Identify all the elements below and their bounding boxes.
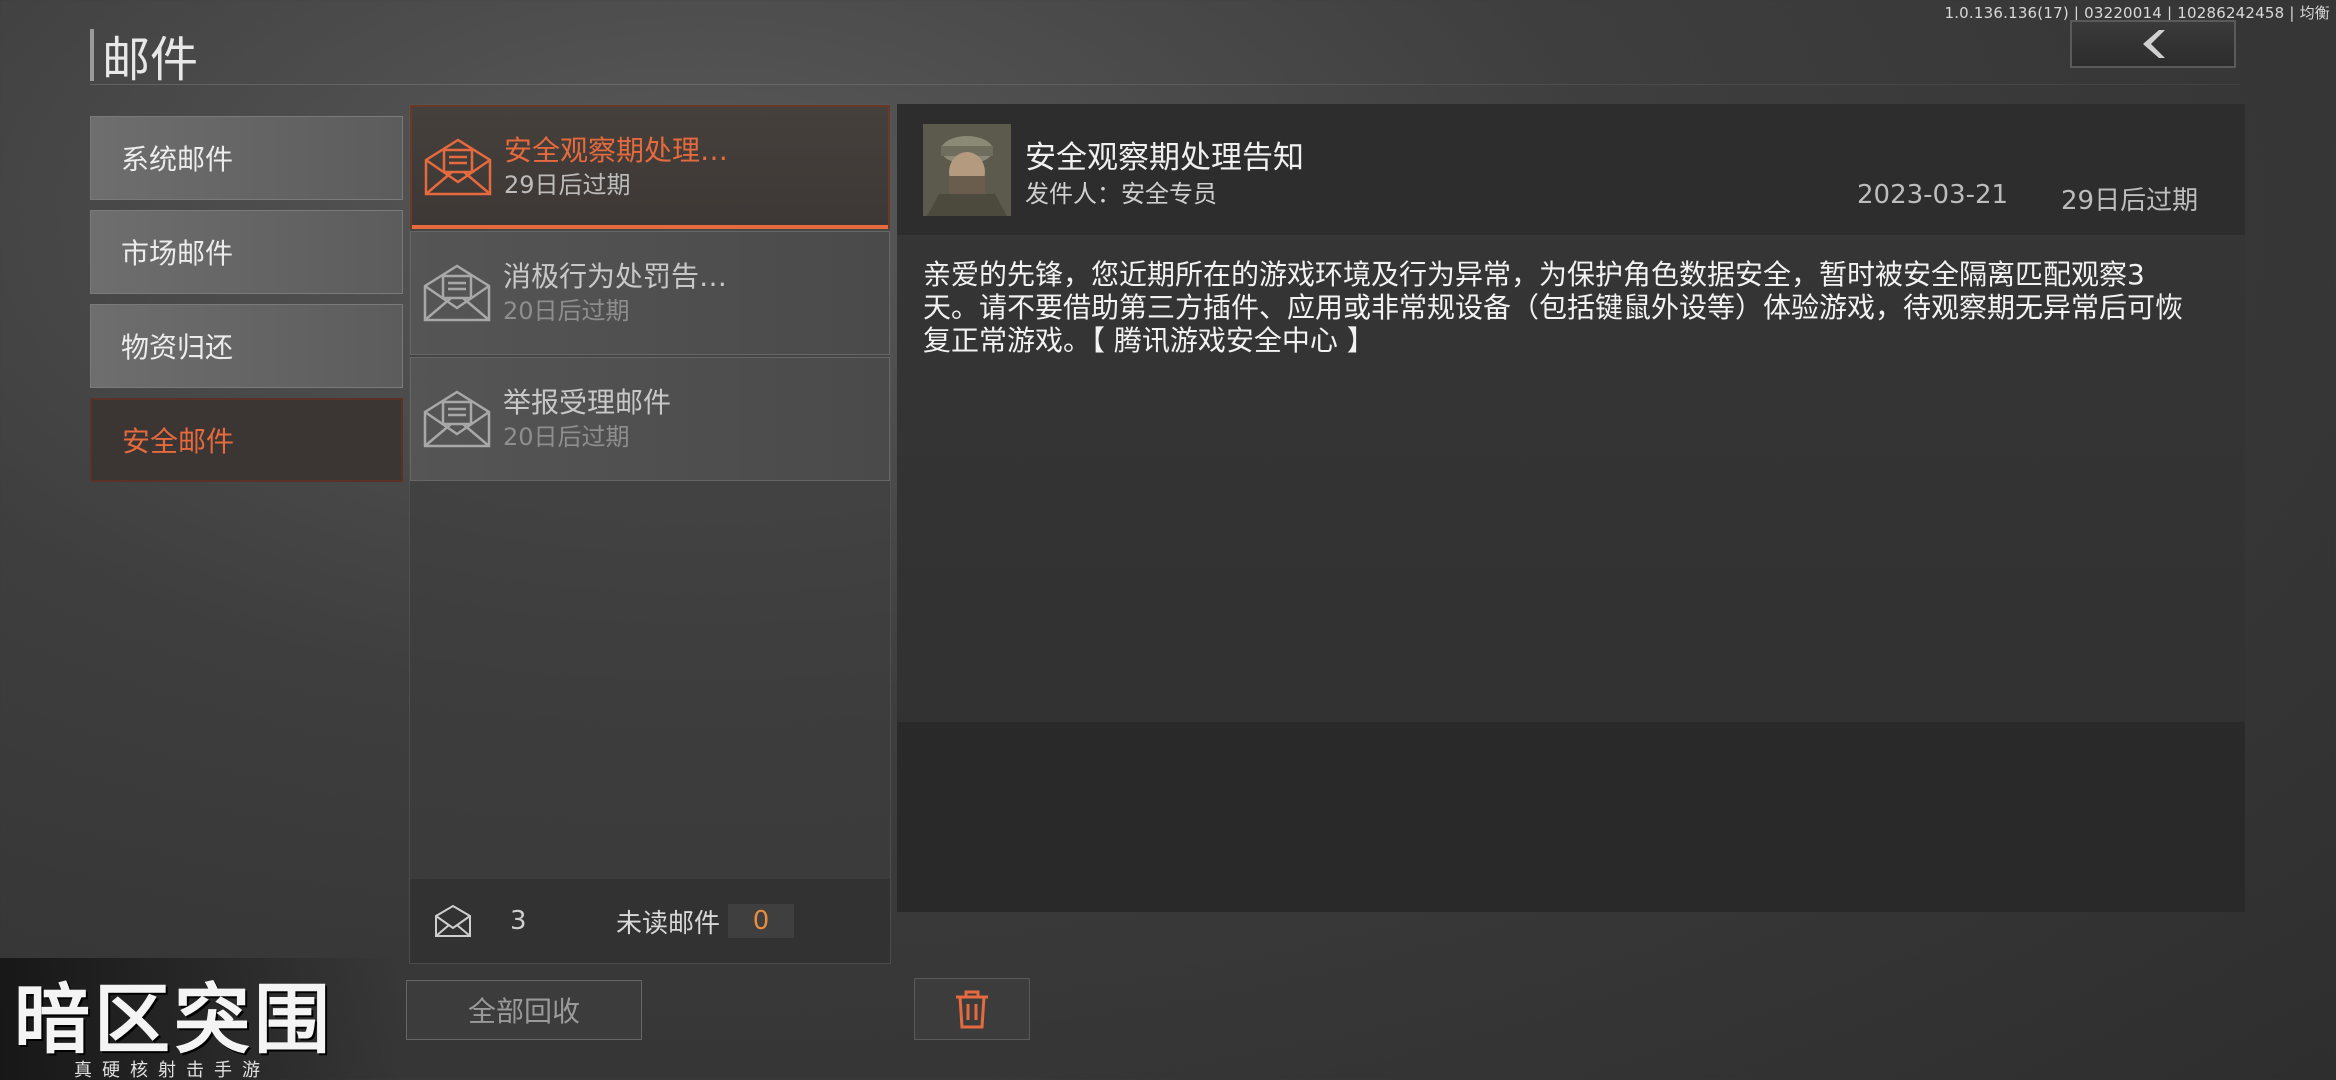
back-button[interactable] (2070, 20, 2236, 68)
mail-stack-icon (435, 904, 471, 937)
game-logo: 暗区突围 真硬核射击手游 (0, 958, 400, 1080)
envelope-icon (423, 264, 491, 322)
unread-count: 0 (728, 904, 795, 938)
category-label: 系统邮件 (121, 143, 234, 176)
category-market-mail[interactable]: 市场邮件 (90, 210, 403, 294)
page-header: 邮件 (90, 20, 198, 90)
envelope-icon (423, 390, 491, 448)
mail-date: 2023-03-21 (1857, 180, 2009, 210)
mail-list: 安全观察期处理… 29日后过期 消极行为处罚告… 20日后过期 举报受理邮件 2… (409, 104, 891, 964)
category-label: 物资归还 (121, 331, 234, 364)
logo-subtitle: 真硬核射击手游 (74, 1060, 270, 1080)
collect-all-button[interactable]: 全部回收 (406, 980, 642, 1040)
mail-category-tabs: 系统邮件 市场邮件 物资归还 安全邮件 (90, 116, 403, 492)
category-label: 安全邮件 (122, 425, 235, 458)
mail-count: 3 (510, 906, 527, 936)
mail-list-footer: 3 未读邮件 0 (410, 879, 890, 963)
mail-expiry: 20日后过期 (503, 297, 630, 325)
mail-subject: 举报受理邮件 (503, 386, 672, 419)
mail-list-item[interactable]: 消极行为处罚告… 20日后过期 (410, 231, 890, 355)
category-system-mail[interactable]: 系统邮件 (90, 116, 403, 200)
mail-expiry: 20日后过期 (503, 423, 630, 451)
sender-avatar (923, 124, 1011, 216)
mail-subject: 消极行为处罚告… (503, 260, 728, 293)
mail-expiry: 29日后过期 (504, 171, 631, 199)
delete-button[interactable] (914, 978, 1030, 1040)
category-security-mail[interactable]: 安全邮件 (90, 398, 403, 482)
category-label: 市场邮件 (121, 237, 234, 270)
trash-icon (956, 990, 988, 1029)
attachment-area (897, 722, 2245, 912)
mail-list-item[interactable]: 举报受理邮件 20日后过期 (410, 357, 890, 481)
mail-detail-title: 安全观察期处理告知 (1025, 140, 1304, 176)
mail-sender: 发件人：安全专员 (1025, 180, 1217, 208)
mail-detail-header: 安全观察期处理告知 发件人：安全专员 2023-03-21 29日后过期 (897, 104, 2245, 236)
mail-subject: 安全观察期处理… (504, 134, 729, 167)
category-item-return[interactable]: 物资归还 (90, 304, 403, 388)
unread-label: 未读邮件 (616, 908, 721, 939)
mail-body: 亲爱的先锋，您近期所在的游戏环境及行为异常，为保护角色数据安全，暂时被安全隔离匹… (923, 258, 2184, 357)
chevron-left-icon (2143, 30, 2165, 58)
mail-detail-expiry: 29日后过期 (2061, 186, 2199, 216)
logo-title: 暗区突围 (14, 975, 334, 1064)
mail-list-item[interactable]: 安全观察期处理… 29日后过期 (410, 105, 890, 229)
mail-detail-panel: 安全观察期处理告知 发件人：安全专员 2023-03-21 29日后过期 亲爱的… (897, 104, 2245, 912)
header-divider (90, 84, 2240, 85)
title-accent-bar (90, 29, 94, 81)
page-title: 邮件 (102, 32, 199, 88)
envelope-icon (424, 138, 492, 196)
